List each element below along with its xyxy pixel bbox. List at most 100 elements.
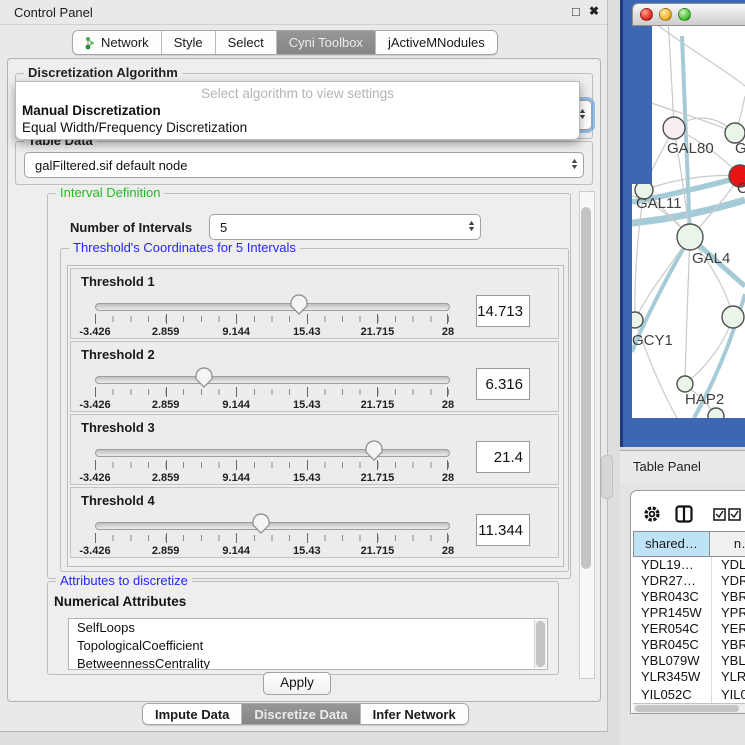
slider-major-tick (95, 460, 96, 470)
tab-style[interactable]: Style (161, 31, 215, 54)
cell[interactable]: YBR045C (641, 637, 699, 653)
thresholds-viewport: Threshold 1 -3.4262.8599.14415.4321.7152… (67, 265, 564, 567)
tab-network[interactable]: Network (73, 31, 161, 54)
minimize-window-icon[interactable] (659, 8, 672, 21)
tab-cyni-toolbox[interactable]: Cyni Toolbox (276, 31, 375, 54)
slider-major-tick (236, 533, 237, 543)
node-partial-bottom[interactable] (708, 408, 724, 418)
slider-thumb[interactable] (290, 294, 308, 316)
node-h[interactable] (722, 306, 744, 328)
table-row[interactable]: YPR145W YPR1 (633, 605, 745, 621)
tick-label: 2.859 (152, 472, 180, 484)
group-title: Discretization Algorithm (24, 65, 182, 80)
group-title: Threshold's Coordinates for 5 Intervals (69, 240, 300, 255)
table-row[interactable]: YDL19… YDL1 (633, 557, 745, 573)
cell[interactable]: YER0 (721, 621, 745, 637)
cell[interactable]: YPR145W (641, 605, 702, 621)
cell[interactable]: YLR345W (641, 669, 700, 685)
network-canvas[interactable]: GAL80 GA C GAL11 GAL4 GCY1 HAP2 (632, 26, 745, 418)
scrollbar-thumb[interactable] (581, 207, 591, 569)
cell[interactable]: YDL19… (641, 557, 694, 573)
table-row[interactable]: YBL079W YBL0 (633, 653, 745, 669)
slider-track[interactable] (95, 303, 450, 311)
node-gal4[interactable] (677, 224, 703, 250)
cell[interactable]: YBR043C (641, 589, 699, 605)
list-item[interactable]: SelfLoops (69, 619, 547, 637)
threshold-slider[interactable]: -3.4262.8599.14415.4321.71528 (95, 443, 448, 483)
content-scrollbar[interactable] (579, 191, 595, 679)
combo-value: 5 (210, 220, 462, 235)
table-row[interactable]: YBR043C YBR0 (633, 589, 745, 605)
table-row[interactable]: YLR345W YLR3 (633, 669, 745, 685)
node-gcy1[interactable] (632, 312, 643, 328)
slider-thumb[interactable] (195, 367, 213, 389)
slider-thumb[interactable] (365, 440, 383, 462)
apply-button[interactable]: Apply (263, 672, 331, 695)
zoom-window-icon[interactable] (678, 8, 691, 21)
close-window-icon[interactable] (640, 8, 653, 21)
tab-impute-data[interactable]: Impute Data (143, 704, 241, 724)
table-row[interactable]: YIL052C YIL0 (633, 687, 745, 703)
threshold-slider[interactable]: -3.4262.8599.14415.4321.71528 (95, 297, 448, 337)
select-all-checkboxes-icon[interactable] (713, 508, 743, 521)
threshold-slider[interactable]: -3.4262.8599.14415.4321.71528 (95, 516, 448, 556)
control-panel-title: Control Panel (14, 5, 93, 20)
stepper-icon: ▲▼ (565, 159, 583, 171)
numerical-attributes-list[interactable]: SelfLoops TopologicalCoefficient Between… (68, 618, 548, 670)
scrollbar-thumb[interactable] (536, 621, 545, 667)
panel-splitter-handle[interactable] (601, 455, 613, 499)
tab-discretize-data[interactable]: Discretize Data (241, 704, 359, 724)
cell[interactable]: YBR0 (721, 637, 745, 653)
table-row[interactable]: YER054C YER0 (633, 621, 745, 637)
control-panel-window: Control Panel □ ✖ Network Style Select C… (0, 0, 608, 732)
column-header-shared-name[interactable]: shared… (633, 531, 710, 557)
slider-major-tick (95, 314, 96, 324)
algorithm-dropdown-popup: Select algorithm to view settings Manual… (15, 81, 580, 140)
slider-track[interactable] (95, 376, 450, 384)
threshold-value-field[interactable]: 6.316 (476, 368, 530, 400)
slider-major-tick (447, 460, 448, 470)
settings-gear-icon[interactable] (643, 505, 661, 523)
cell[interactable]: YBL0 (721, 653, 745, 669)
cell[interactable]: YDL1 (721, 557, 745, 573)
threshold-value-field[interactable]: 21.4 (476, 441, 530, 473)
cell[interactable]: YBL079W (641, 653, 700, 669)
column-header-name[interactable]: n… (709, 531, 745, 557)
table-row[interactable]: YBR045C YBR0 (633, 637, 745, 653)
cell[interactable]: YER054C (641, 621, 699, 637)
cell[interactable]: YDR27… (641, 573, 696, 589)
scrollbar-thumb[interactable] (635, 705, 739, 712)
table-row[interactable]: YDR27… YDR2 (633, 573, 745, 589)
close-panel-icon[interactable]: ✖ (589, 4, 599, 18)
dropdown-option-manual-discretization[interactable]: Manual Discretization (16, 102, 579, 119)
columns-icon[interactable] (675, 505, 693, 523)
list-item[interactable]: BetweennessCentrality (69, 655, 547, 670)
tab-jactivemnodules[interactable]: jActiveMNodules (375, 31, 497, 54)
list-item[interactable]: TopologicalCoefficient (69, 637, 547, 655)
threshold-slider[interactable]: -3.4262.8599.14415.4321.71528 (95, 370, 448, 410)
threshold-value-field[interactable]: 14.713 (476, 295, 530, 327)
table-data-select[interactable]: galFiltered.sif default node ▲▼ (24, 152, 584, 178)
slider-minor-ticks (95, 535, 449, 541)
node-gal80[interactable] (663, 117, 685, 139)
threshold-value-field[interactable]: 11.344 (476, 514, 530, 546)
slider-track[interactable] (95, 449, 450, 457)
cell[interactable]: YDR2 (721, 573, 745, 589)
slider-track[interactable] (95, 522, 450, 530)
dropdown-option-equal-width-frequency[interactable]: Equal Width/Frequency Discretization (16, 119, 579, 136)
list-scrollbar[interactable] (534, 620, 546, 668)
tab-infer-network[interactable]: Infer Network (360, 704, 468, 724)
table-horizontal-scrollbar[interactable] (633, 703, 745, 714)
cell[interactable]: YLR3 (721, 669, 745, 685)
node-hap2[interactable] (677, 376, 693, 392)
network-window-titlebar[interactable] (632, 3, 745, 26)
cell[interactable]: YIL0 (721, 687, 745, 703)
float-panel-icon[interactable]: □ (572, 4, 580, 19)
tick-label: 2.859 (152, 326, 180, 338)
tab-select[interactable]: Select (215, 31, 276, 54)
cell[interactable]: YPR1 (721, 605, 745, 621)
slider-thumb[interactable] (252, 513, 270, 535)
cell[interactable]: YBR0 (721, 589, 745, 605)
cell[interactable]: YIL052C (641, 687, 692, 703)
num-intervals-select[interactable]: 5 ▲▼ (209, 214, 481, 240)
